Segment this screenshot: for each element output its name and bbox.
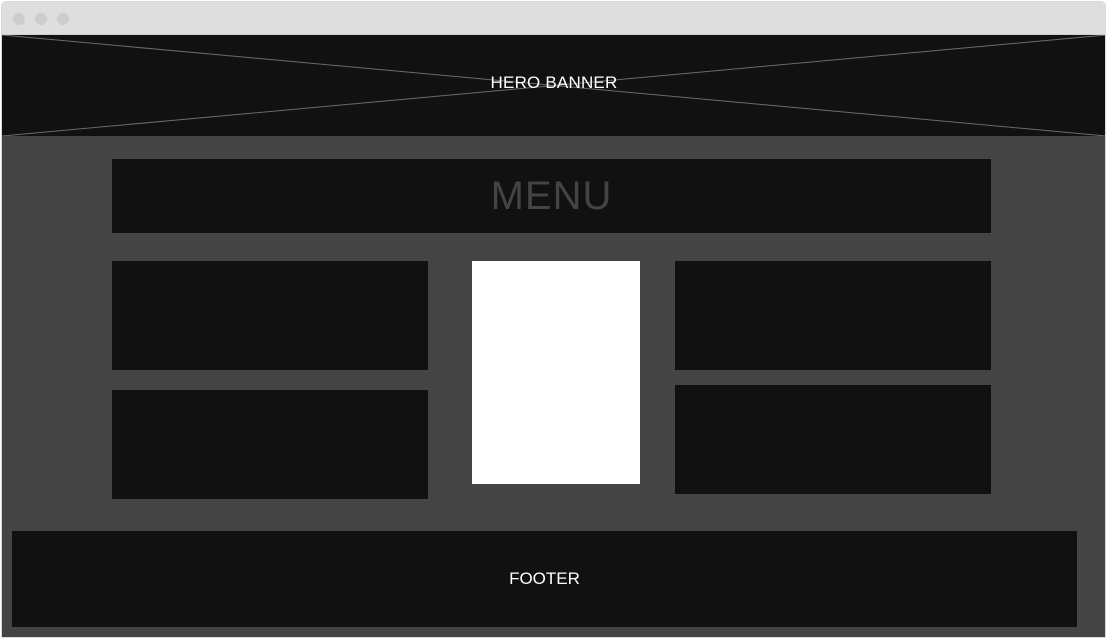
close-window-icon[interactable] xyxy=(13,13,25,25)
footer: FOOTER xyxy=(12,531,1077,627)
page-content: MENU FOOTER xyxy=(2,136,1105,637)
maximize-window-icon[interactable] xyxy=(57,13,69,25)
browser-window: HERO BANNER MENU FOOTER xyxy=(1,1,1106,638)
content-block-left-top xyxy=(112,261,428,370)
content-block-right-top xyxy=(675,261,991,370)
footer-label: FOOTER xyxy=(509,569,580,588)
minimize-window-icon[interactable] xyxy=(35,13,47,25)
hero-banner-label: HERO BANNER xyxy=(490,73,618,92)
hero-banner: HERO BANNER xyxy=(2,35,1105,136)
window-titlebar xyxy=(2,2,1105,35)
menu-label: MENU xyxy=(490,174,613,218)
image-placeholder xyxy=(472,261,640,484)
menu-bar[interactable]: MENU xyxy=(112,159,991,233)
content-block-left-bottom xyxy=(112,390,428,499)
content-block-right-bottom xyxy=(675,385,991,494)
